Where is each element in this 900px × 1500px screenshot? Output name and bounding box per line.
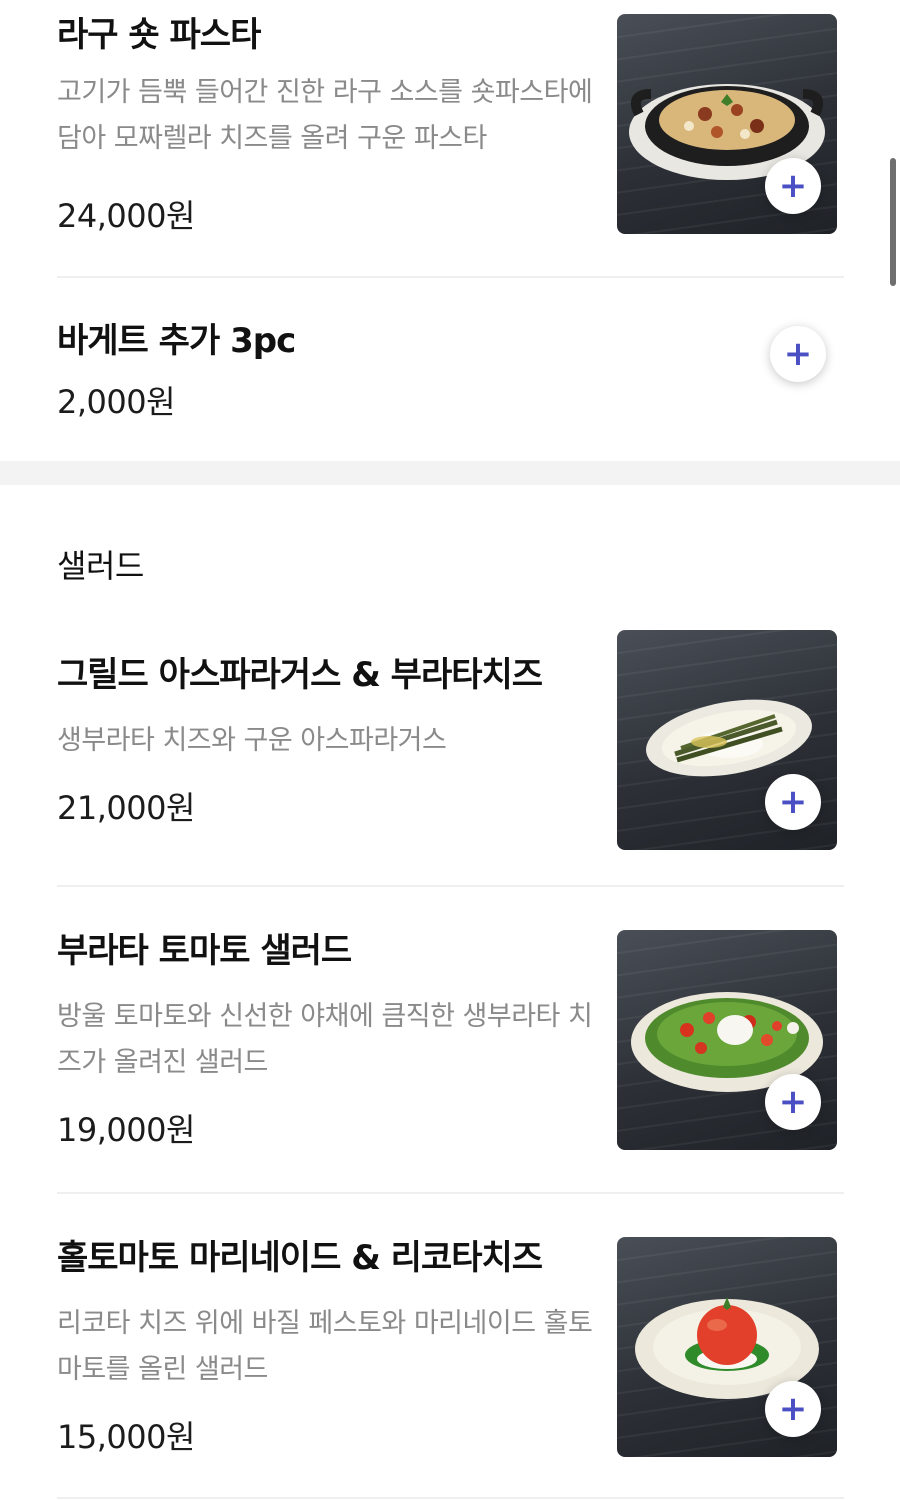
plus-icon: + [778, 782, 808, 822]
ragu-pasta-image: + [617, 14, 837, 234]
whole-tomato-ricotta-image: + [617, 1237, 837, 1457]
scrollbar[interactable] [890, 158, 896, 286]
plus-icon: + [778, 166, 808, 206]
item-price: 21,000원 [57, 789, 195, 827]
menu-item-whole-tomato-ricotta[interactable]: 홀토마토 마리네이드 & 리코타치즈 리코타 치즈 위에 바질 페스토와 마리네… [57, 1237, 844, 1457]
plus-icon: + [783, 334, 813, 374]
item-name: 바게트 추가 3pc [57, 321, 296, 361]
item-name: 라구 숏 파스타 [57, 15, 261, 55]
asparagus-burrata-image: + [617, 630, 837, 850]
menu-item-asparagus-burrata[interactable]: 그릴드 아스파라거스 & 부라타치즈 생부라타 치즈와 구운 아스파라거스 21… [57, 630, 844, 850]
item-price: 15,000원 [57, 1418, 195, 1456]
section-separator [0, 461, 900, 485]
divider [57, 276, 844, 278]
add-to-cart-button[interactable]: + [765, 158, 821, 214]
item-name: 홀토마토 마리네이드 & 리코타치즈 [57, 1238, 543, 1278]
item-name: 부라타 토마토 샐러드 [57, 931, 352, 971]
item-name: 그릴드 아스파라거스 & 부라타치즈 [57, 655, 543, 695]
item-description: 고기가 듬뿍 들어간 진한 라구 소스를 숏파스타에 담아 모짜렐라 치즈를 올… [57, 77, 593, 154]
add-to-cart-button[interactable]: + [770, 326, 826, 382]
menu-item-ragu-pasta[interactable]: 라구 숏 파스타 고기가 듬뿍 들어간 진한 라구 소스를 숏파스타에 담아 모… [57, 14, 844, 264]
item-price: 2,000원 [57, 383, 176, 421]
divider [57, 1497, 844, 1499]
divider [57, 885, 844, 887]
plus-icon: + [778, 1082, 808, 1122]
item-description: 리코타 치즈 위에 바질 페스토와 마리네이드 홀토마토를 올린 샐러드 [57, 1308, 593, 1385]
burrata-tomato-salad-image: + [617, 930, 837, 1150]
item-price: 19,000원 [57, 1111, 195, 1149]
menu-item-baguette[interactable]: 바게트 추가 3pc 2,000원 + [57, 320, 844, 430]
plus-icon: + [778, 1389, 808, 1429]
menu-item-burrata-tomato-salad[interactable]: 부라타 토마토 샐러드 방울 토마토와 신선한 야채에 큼직한 생부라타 치즈가… [57, 930, 844, 1150]
add-to-cart-button[interactable]: + [765, 774, 821, 830]
section-title-salad: 샐러드 [57, 547, 144, 585]
add-to-cart-button[interactable]: + [765, 1074, 821, 1130]
add-to-cart-button[interactable]: + [765, 1381, 821, 1437]
item-price: 24,000원 [57, 197, 195, 235]
divider [57, 1192, 844, 1194]
item-description: 생부라타 치즈와 구운 아스파라거스 [57, 725, 447, 756]
item-description: 방울 토마토와 신선한 야채에 큼직한 생부라타 치즈가 올려진 샐러드 [57, 1001, 593, 1078]
